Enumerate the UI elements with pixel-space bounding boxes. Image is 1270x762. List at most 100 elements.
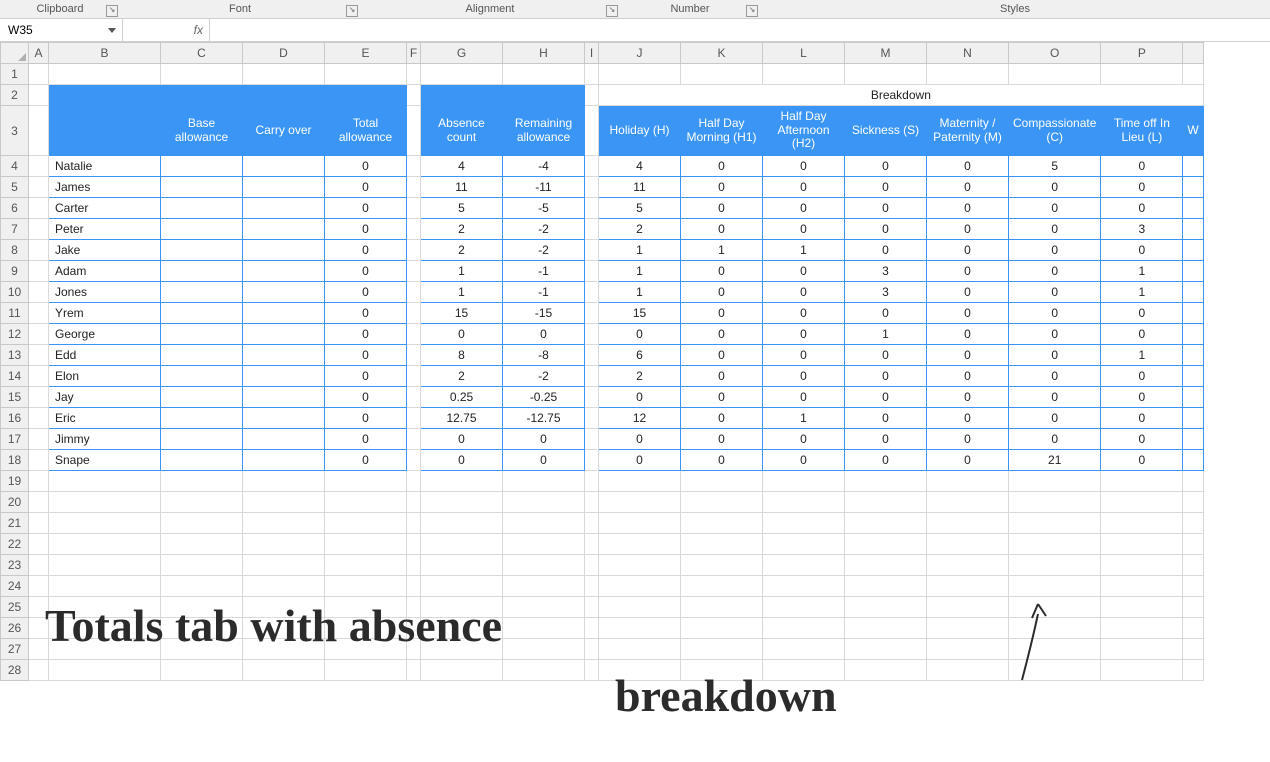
cell-sick[interactable]: 1 (845, 324, 927, 345)
cell-remaining[interactable]: -2 (503, 366, 585, 387)
cell-holiday[interactable]: 6 (599, 345, 681, 366)
cell-hdm[interactable]: 0 (681, 387, 763, 408)
cell-holiday[interactable]: 0 (599, 324, 681, 345)
dialog-launcher-icon[interactable]: ↘ (746, 5, 758, 17)
cell-hdm[interactable]: 0 (681, 219, 763, 240)
cell-wfh[interactable] (1183, 387, 1203, 408)
cell-hda[interactable]: 0 (763, 450, 845, 471)
row-header[interactable]: 14 (1, 366, 29, 387)
cell-absence[interactable]: 0 (421, 429, 503, 450)
cell-total[interactable]: 0 (325, 240, 407, 261)
cell-base[interactable] (161, 429, 243, 450)
cell-base[interactable] (161, 366, 243, 387)
cell-sick[interactable]: 0 (845, 429, 927, 450)
col-header[interactable]: N (927, 43, 1009, 64)
cell-sick[interactable]: 3 (845, 282, 927, 303)
cell-wfh[interactable] (1183, 240, 1203, 261)
cell-base[interactable] (161, 345, 243, 366)
table-row[interactable]: 16Eric012.75-12.7512010000 (1, 408, 1204, 429)
table-row[interactable]: 15Jay00.25-0.250000000 (1, 387, 1204, 408)
cell-absence[interactable]: 4 (421, 156, 503, 177)
col-header[interactable] (1183, 43, 1203, 64)
cell-total[interactable]: 0 (325, 198, 407, 219)
cell-remaining[interactable]: -2 (503, 240, 585, 261)
cell-hda[interactable]: 0 (763, 156, 845, 177)
cell-hdm[interactable]: 0 (681, 429, 763, 450)
cell-lieu[interactable]: 3 (1101, 219, 1183, 240)
table-row[interactable]: 6Carter05-55000000 (1, 198, 1204, 219)
cell-sick[interactable]: 0 (845, 156, 927, 177)
cell-lieu[interactable]: 0 (1101, 387, 1183, 408)
table-row[interactable]: 7Peter02-22000003 (1, 219, 1204, 240)
cell-carry[interactable] (243, 324, 325, 345)
cell-comp[interactable]: 0 (1009, 429, 1101, 450)
cell-remaining[interactable]: -11 (503, 177, 585, 198)
cell-absence[interactable]: 2 (421, 366, 503, 387)
cell-base[interactable] (161, 450, 243, 471)
cell-wfh[interactable] (1183, 450, 1203, 471)
row-header[interactable]: 5 (1, 177, 29, 198)
cell-base[interactable] (161, 387, 243, 408)
row-header[interactable]: 11 (1, 303, 29, 324)
table-row[interactable]: 18Snape00000000210 (1, 450, 1204, 471)
dialog-launcher-icon[interactable]: ↘ (346, 5, 358, 17)
cell-wfh[interactable] (1183, 324, 1203, 345)
cell-sick[interactable]: 0 (845, 198, 927, 219)
cell-holiday[interactable]: 0 (599, 429, 681, 450)
cell-hda[interactable]: 0 (763, 282, 845, 303)
cell-lieu[interactable]: 0 (1101, 198, 1183, 219)
row-header[interactable]: 25 (1, 597, 29, 618)
cell-name[interactable]: Peter (49, 219, 161, 240)
cell-wfh[interactable] (1183, 408, 1203, 429)
cell-remaining[interactable]: -1 (503, 261, 585, 282)
cell-comp[interactable]: 0 (1009, 219, 1101, 240)
cell-holiday[interactable]: 15 (599, 303, 681, 324)
col-header[interactable]: F (407, 43, 421, 64)
cell-absence[interactable]: 0.25 (421, 387, 503, 408)
cell-carry[interactable] (243, 177, 325, 198)
cell-comp[interactable]: 0 (1009, 366, 1101, 387)
cell-holiday[interactable]: 1 (599, 282, 681, 303)
cell-name[interactable]: Carter (49, 198, 161, 219)
cell-wfh[interactable] (1183, 156, 1203, 177)
cell-total[interactable]: 0 (325, 261, 407, 282)
cell-total[interactable]: 0 (325, 282, 407, 303)
row-header[interactable]: 13 (1, 345, 29, 366)
cell-mat[interactable]: 0 (927, 345, 1009, 366)
cell-lieu[interactable]: 0 (1101, 240, 1183, 261)
cell-hdm[interactable]: 0 (681, 450, 763, 471)
cell-total[interactable]: 0 (325, 324, 407, 345)
row-header[interactable]: 22 (1, 534, 29, 555)
cell-lieu[interactable]: 0 (1101, 450, 1183, 471)
chevron-down-icon[interactable] (108, 28, 116, 33)
cell-carry[interactable] (243, 408, 325, 429)
cell-sick[interactable]: 0 (845, 240, 927, 261)
cell-hdm[interactable]: 0 (681, 324, 763, 345)
cell-hda[interactable]: 0 (763, 345, 845, 366)
cell-mat[interactable]: 0 (927, 156, 1009, 177)
cell-base[interactable] (161, 408, 243, 429)
row-header[interactable]: 18 (1, 450, 29, 471)
cell-total[interactable]: 0 (325, 450, 407, 471)
row-header[interactable]: 26 (1, 618, 29, 639)
cell-remaining[interactable]: -1 (503, 282, 585, 303)
cell-sick[interactable]: 0 (845, 387, 927, 408)
cell-carry[interactable] (243, 156, 325, 177)
row-header[interactable]: 9 (1, 261, 29, 282)
col-header[interactable]: D (243, 43, 325, 64)
name-box[interactable] (0, 19, 123, 41)
cell-holiday[interactable]: 11 (599, 177, 681, 198)
cell-name[interactable]: James (49, 177, 161, 198)
cell-comp[interactable]: 0 (1009, 282, 1101, 303)
cell-lieu[interactable]: 0 (1101, 408, 1183, 429)
row-header[interactable]: 1 (1, 64, 29, 85)
cell-hda[interactable]: 0 (763, 198, 845, 219)
cell-holiday[interactable]: 0 (599, 450, 681, 471)
cell-hda[interactable]: 0 (763, 219, 845, 240)
table-row[interactable]: 17Jimmy0000000000 (1, 429, 1204, 450)
cell-remaining[interactable]: -4 (503, 156, 585, 177)
row-header[interactable]: 19 (1, 471, 29, 492)
cell-name[interactable]: Jake (49, 240, 161, 261)
cell-holiday[interactable]: 1 (599, 261, 681, 282)
cell-base[interactable] (161, 240, 243, 261)
